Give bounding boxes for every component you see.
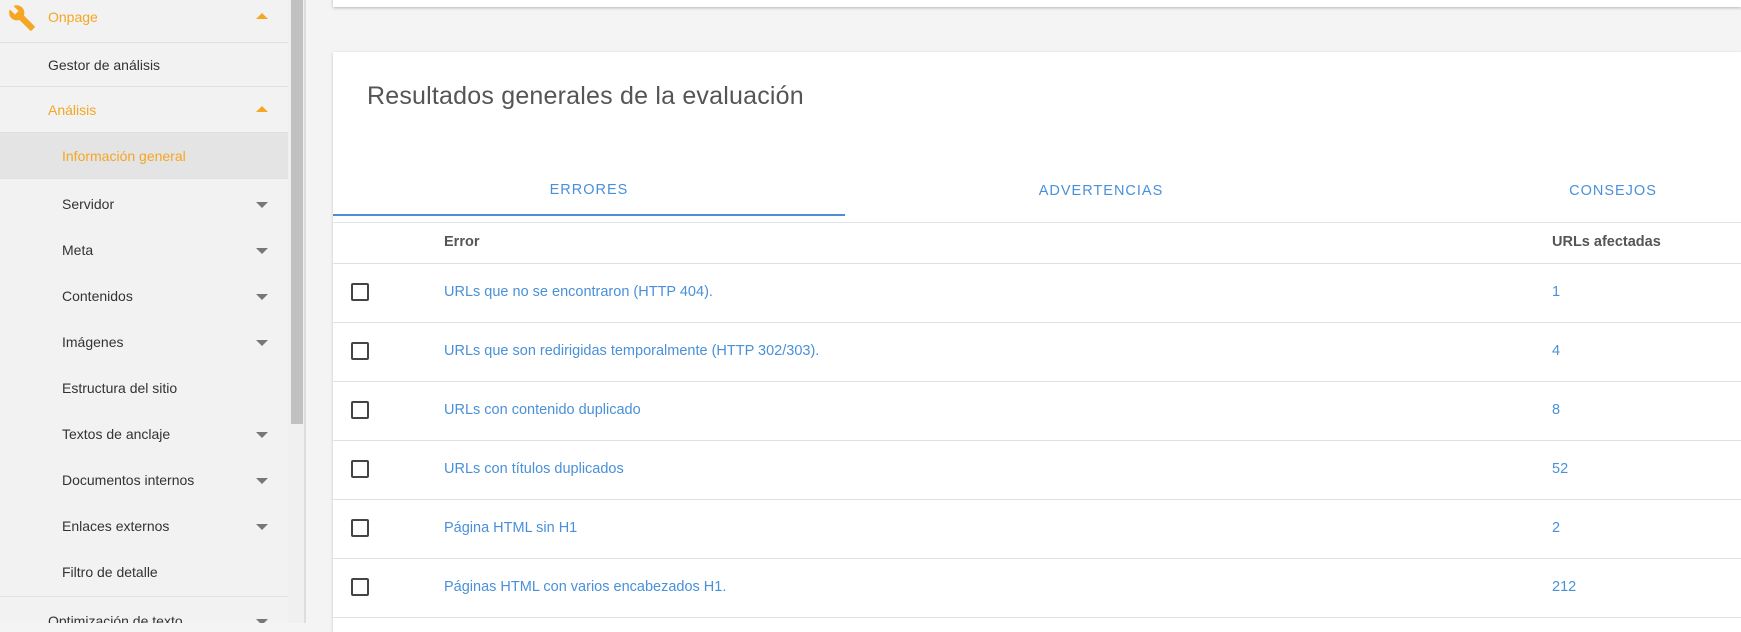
sidebar-item-label: Meta (62, 242, 94, 258)
sidebar-item-contenidos[interactable]: Contenidos (0, 273, 288, 319)
error-link[interactable]: URLs con contenido duplicado (444, 402, 641, 418)
affected-urls-count[interactable]: 4 (1552, 343, 1560, 359)
row-checkbox[interactable] (351, 283, 369, 301)
sidebar: Onpage Gestor de análisis Análisis Infor… (0, 0, 288, 623)
sidebar-item-label: Enlaces externos (62, 518, 170, 534)
table-row: Páginas HTML con varios encabezados H1. … (333, 559, 1741, 617)
chevron-down-icon (256, 294, 268, 300)
affected-urls-count[interactable]: 52 (1552, 461, 1568, 477)
sidebar-item-label: Optimización de texto (48, 613, 183, 623)
chevron-down-icon (256, 248, 268, 254)
error-link[interactable]: URLs con títulos duplicados (444, 461, 624, 477)
row-checkbox[interactable] (351, 578, 369, 596)
sidebar-item-label: Servidor (62, 196, 115, 212)
sidebar-item-label: Información general (62, 147, 186, 164)
top-card (333, 0, 1741, 7)
sidebar-item-label: Contenidos (62, 288, 133, 304)
results-card: Resultados generales de la evaluación ER… (333, 52, 1741, 632)
sidebar-item-servidor[interactable]: Servidor (0, 181, 288, 227)
chevron-down-icon (256, 340, 268, 346)
chevron-down-icon (256, 524, 268, 530)
sidebar-item-label: Textos de anclaje (62, 426, 171, 442)
row-divider (333, 617, 1741, 618)
sidebar-item-optimizacion-texto[interactable]: Optimización de texto (0, 597, 288, 623)
sidebar-item-enlaces-externos[interactable]: Enlaces externos (0, 503, 288, 549)
chevron-down-icon (256, 202, 268, 208)
sidebar-item-imagenes[interactable]: Imágenes (0, 319, 288, 365)
row-checkbox[interactable] (351, 519, 369, 537)
sidebar-item-estructura[interactable]: Estructura del sitio (0, 365, 288, 411)
sidebar-item-label: Onpage (48, 9, 98, 25)
tab-errores[interactable]: ERRORES (333, 166, 845, 216)
error-link[interactable]: URLs que son redirigidas temporalmente (… (444, 343, 819, 359)
sidebar-item-label: Análisis (48, 101, 97, 118)
affected-urls-count[interactable]: 212 (1552, 579, 1576, 595)
row-checkbox[interactable] (351, 342, 369, 360)
sidebar-item-meta[interactable]: Meta (0, 227, 288, 273)
chevron-up-icon (256, 13, 268, 19)
sidebar-item-label: Estructura del sitio (62, 380, 178, 396)
sidebar-item-label: Gestor de análisis (48, 56, 161, 73)
table-row: Página HTML sin H1 2 (333, 500, 1741, 558)
sidebar-item-onpage[interactable]: Onpage (0, 0, 288, 34)
error-link[interactable]: Páginas HTML con varios encabezados H1. (444, 579, 726, 595)
divider (0, 178, 288, 179)
table-row: URLs que no se encontraron (HTTP 404). 1 (333, 264, 1741, 322)
column-header-error: Error (444, 234, 480, 250)
affected-urls-count[interactable]: 8 (1552, 402, 1560, 418)
chevron-down-icon (256, 478, 268, 484)
error-link[interactable]: Página HTML sin H1 (444, 520, 577, 536)
tab-divider (333, 222, 1741, 223)
error-link[interactable]: URLs que no se encontraron (HTTP 404). (444, 284, 713, 300)
table-row: URLs con títulos duplicados 52 (333, 441, 1741, 499)
sidebar-item-informacion-general[interactable]: Información general (0, 133, 288, 178)
content-edge (304, 0, 306, 623)
chevron-up-icon (256, 105, 268, 112)
chevron-down-icon (256, 432, 268, 438)
affected-urls-count[interactable]: 1 (1552, 284, 1560, 300)
sidebar-item-label: Filtro de detalle (62, 564, 158, 580)
sidebar-item-textos-anclaje[interactable]: Textos de anclaje (0, 411, 288, 457)
sidebar-item-gestor[interactable]: Gestor de análisis (0, 43, 288, 86)
sidebar-item-label: Imágenes (62, 334, 124, 350)
page-title: Resultados generales de la evaluación (367, 82, 804, 110)
sidebar-item-documentos-internos[interactable]: Documentos internos (0, 457, 288, 503)
tab-consejos[interactable]: CONSEJOS (1357, 166, 1741, 216)
sidebar-item-filtro-detalle[interactable]: Filtro de detalle (0, 549, 288, 595)
row-checkbox[interactable] (351, 460, 369, 478)
chevron-down-icon (256, 619, 268, 623)
table-row: URLs que son redirigidas temporalmente (… (333, 323, 1741, 381)
sidebar-item-analisis[interactable]: Análisis (0, 87, 288, 132)
sidebar-scrollbar-thumb[interactable] (291, 0, 303, 424)
table-row: URLs con contenido duplicado 8 (333, 382, 1741, 440)
tab-advertencias[interactable]: ADVERTENCIAS (845, 166, 1357, 216)
column-header-urls: URLs afectadas (1552, 234, 1661, 250)
wrench-icon (9, 5, 35, 31)
sidebar-item-label: Documentos internos (62, 472, 195, 488)
row-checkbox[interactable] (351, 401, 369, 419)
affected-urls-count[interactable]: 2 (1552, 520, 1560, 536)
